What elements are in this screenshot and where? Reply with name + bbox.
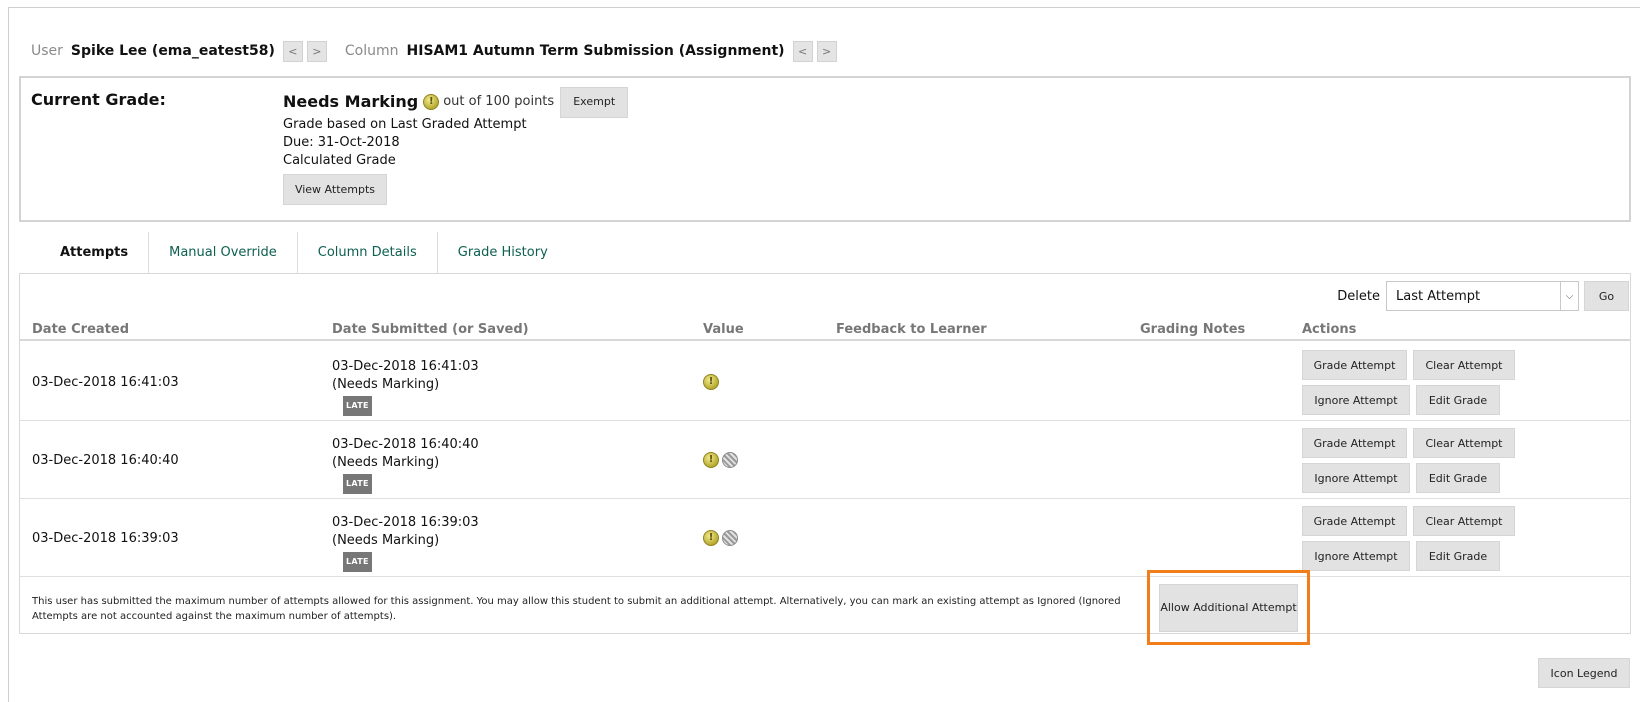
grade-attempt-button[interactable]: Grade Attempt [1302,506,1407,536]
late-badge: LATE [343,552,372,572]
date-created: 03-Dec-2018 16:39:03 [32,530,179,546]
late-badge: LATE [343,396,372,416]
delete-attempt-controls: Delete Last Attempt ⌵ Go [1337,281,1630,311]
column-name: HISAM1 Autumn Term Submission (Assignmen… [406,43,785,59]
go-button[interactable]: Go [1584,281,1629,311]
value-cell: ! [703,422,738,498]
ignore-attempt-button[interactable]: Ignore Attempt [1302,385,1410,415]
date-created: 03-Dec-2018 16:41:03 [32,374,179,390]
ignore-attempt-button[interactable]: Ignore Attempt [1302,463,1410,493]
clear-attempt-button[interactable]: Clear Attempt [1413,506,1515,536]
needs-marking-icon: ! [703,452,719,468]
user-label: User [31,43,63,59]
exempt-button[interactable]: Exempt [560,86,629,118]
date-submitted-cell: 03-Dec-2018 16:41:03 (Needs Marking) LAT… [332,358,479,416]
max-attempts-notice: This user has submitted the maximum numb… [32,596,1121,622]
tab-manual-override[interactable]: Manual Override [149,232,298,273]
grade-attempt-button[interactable]: Grade Attempt [1302,350,1407,380]
current-grade-title: Current Grade: [31,90,166,109]
chevron-right-icon: > [312,44,322,58]
grade-basis: Grade based on Last Graded Attempt [283,117,527,132]
ignore-attempt-button[interactable]: Ignore Attempt [1302,541,1410,571]
grade-status: Needs Marking [283,92,419,111]
previous-column-button[interactable]: < [792,40,813,62]
date-submitted-cell: 03-Dec-2018 16:39:03 (Needs Marking) LAT… [332,514,479,572]
record-navigation: User Spike Lee (ema_eatest58) < > Column… [31,40,837,62]
tab-grade-history[interactable]: Grade History [438,232,568,273]
icon-legend-button[interactable]: Icon Legend [1538,658,1630,688]
late-badge: LATE [343,474,372,494]
chevron-left-icon: < [288,44,298,58]
date-submitted: 03-Dec-2018 16:40:40 [332,437,479,452]
needs-marking-icon: ! [423,94,440,110]
actions-cell: Grade Attempt Clear Attempt Ignore Attem… [1302,428,1517,493]
col-actions: Actions [1302,322,1357,337]
actions-cell: Grade Attempt Clear Attempt Ignore Attem… [1302,506,1517,571]
table-row: 03-Dec-2018 16:40:40 03-Dec-2018 16:40:4… [20,422,1631,499]
user-name: Spike Lee (ema_eatest58) [70,43,275,59]
grade-tabs: Attempts Manual Override Column Details … [40,232,568,273]
previous-user-button[interactable]: < [282,40,303,62]
view-attempts-button[interactable]: View Attempts [283,174,387,205]
col-grading-notes: Grading Notes [1140,322,1246,337]
next-column-button[interactable]: > [816,40,837,62]
date-submitted: 03-Dec-2018 16:39:03 [332,515,479,530]
actions-cell: Grade Attempt Clear Attempt Ignore Attem… [1302,350,1517,415]
delete-label: Delete [1337,288,1380,304]
edit-grade-button[interactable]: Edit Grade [1416,385,1500,415]
attempt-status: (Needs Marking) [332,377,440,392]
allow-additional-highlight: Allow Additional Attempt [1147,570,1310,645]
tab-attempts[interactable]: Attempts [40,232,150,273]
chevron-left-icon: < [797,44,808,58]
col-value: Value [703,322,744,337]
needs-marking-icon: ! [703,374,719,390]
date-submitted: 03-Dec-2018 16:41:03 [332,359,479,374]
value-cell: ! [703,344,719,420]
attempts-panel: Delete Last Attempt ⌵ Go Date Created Da… [19,273,1631,645]
value-cell: ! [703,500,738,576]
due-date: Due: 31-Oct-2018 [283,135,400,150]
current-grade-details: Needs Marking ! out of 100 points Exempt… [283,86,629,205]
allow-additional-attempt-button[interactable]: Allow Additional Attempt [1159,583,1298,632]
date-created: 03-Dec-2018 16:40:40 [32,452,179,468]
needs-marking-icon: ! [703,530,719,546]
attempt-status: (Needs Marking) [332,455,440,470]
current-grade-panel: Current Grade: Needs Marking ! out of 10… [19,76,1631,222]
chevron-right-icon: > [821,44,832,58]
points-possible: out of 100 points [443,94,555,109]
calculated-grade-label: Calculated Grade [283,153,396,168]
clear-attempt-button[interactable]: Clear Attempt [1413,350,1515,380]
attempt-status: (Needs Marking) [332,533,440,548]
edit-grade-button[interactable]: Edit Grade [1416,463,1500,493]
col-date-submitted: Date Submitted (or Saved) [332,322,529,337]
column-label: Column [344,43,399,59]
edit-grade-button[interactable]: Edit Grade [1416,541,1500,571]
next-user-button[interactable]: > [306,40,327,62]
col-date-created: Date Created [32,322,129,337]
delete-attempt-selected: Last Attempt [1396,288,1481,304]
col-feedback: Feedback to Learner [836,322,987,337]
table-row: 03-Dec-2018 16:41:03 03-Dec-2018 16:41:0… [20,344,1631,421]
delete-attempt-select[interactable]: Last Attempt ⌵ [1386,281,1579,311]
date-submitted-cell: 03-Dec-2018 16:40:40 (Needs Marking) LAT… [332,436,479,494]
ignored-attempt-icon [722,452,738,468]
clear-attempt-button[interactable]: Clear Attempt [1413,428,1515,458]
tab-column-details[interactable]: Column Details [298,232,438,273]
table-row: 03-Dec-2018 16:39:03 03-Dec-2018 16:39:0… [20,500,1631,577]
ignored-attempt-icon [722,530,738,546]
attempts-table-header: Date Created Date Submitted (or Saved) V… [20,322,1631,341]
grade-attempt-button[interactable]: Grade Attempt [1302,428,1407,458]
chevron-down-icon: ⌵ [1560,282,1578,310]
